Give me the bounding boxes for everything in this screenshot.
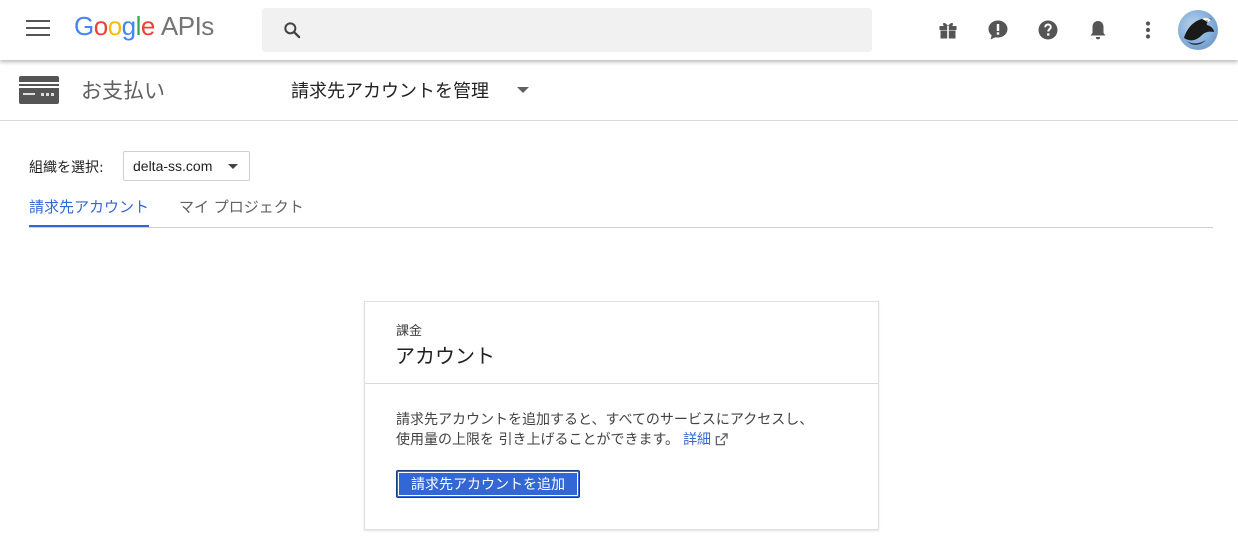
card-title: アカウント bbox=[395, 344, 495, 368]
org-select[interactable]: delta-ss.com bbox=[123, 151, 250, 181]
org-select-value: delta-ss.com bbox=[133, 158, 213, 174]
card-description: 請求先アカウントを追加すると、すべてのサービスにアクセスし、 使用量の上限を 引… bbox=[396, 410, 866, 450]
help-icon[interactable] bbox=[1036, 18, 1060, 42]
avatar[interactable] bbox=[1178, 10, 1218, 50]
add-billing-account-button[interactable]: 請求先アカウントを追加 bbox=[396, 470, 580, 498]
google-apis-logo[interactable]: Google APIs bbox=[74, 11, 214, 42]
tab-my-projects[interactable]: マイ プロジェクト bbox=[179, 196, 304, 217]
more-vert-icon[interactable] bbox=[1136, 18, 1160, 42]
feedback-icon[interactable] bbox=[986, 18, 1010, 42]
page-title: お支払い bbox=[81, 79, 165, 103]
chevron-down-icon[interactable] bbox=[517, 87, 529, 93]
manage-billing-accounts-dropdown[interactable]: 請求先アカウントを管理 bbox=[291, 77, 489, 103]
eagle-avatar-icon bbox=[1184, 17, 1214, 45]
top-app-bar: Google APIs bbox=[0, 0, 1238, 60]
credit-card-icon bbox=[19, 76, 59, 104]
gift-icon[interactable] bbox=[936, 18, 960, 42]
search-bar[interactable] bbox=[262, 8, 872, 52]
dropdown-arrow-icon bbox=[228, 164, 238, 169]
learn-more-link[interactable]: 詳細 bbox=[683, 432, 711, 448]
card-divider bbox=[365, 383, 878, 384]
card-description-line-2: 使用量の上限を 引き上げることができます。 詳細 bbox=[396, 430, 866, 450]
tab-bar: 請求先アカウント マイ プロジェクト bbox=[29, 193, 1213, 228]
open-in-new-icon[interactable] bbox=[715, 433, 728, 446]
card-kicker: 課金 bbox=[396, 324, 423, 339]
billing-account-card: 課金 アカウント 請求先アカウントを追加すると、すべてのサービスにアクセスし、 … bbox=[364, 301, 879, 530]
notifications-icon[interactable] bbox=[1086, 18, 1110, 42]
search-input[interactable] bbox=[314, 16, 854, 44]
tab-billing-accounts[interactable]: 請求先アカウント bbox=[29, 196, 150, 227]
card-description-line-1: 請求先アカウントを追加すると、すべてのサービスにアクセスし、 bbox=[396, 412, 814, 428]
logo-suffix: APIs bbox=[160, 11, 214, 41]
page-header: お支払い 請求先アカウントを管理 bbox=[0, 60, 1238, 121]
search-icon bbox=[284, 22, 301, 39]
menu-icon[interactable] bbox=[26, 20, 50, 40]
org-select-label: 組織を選択: bbox=[29, 160, 104, 176]
